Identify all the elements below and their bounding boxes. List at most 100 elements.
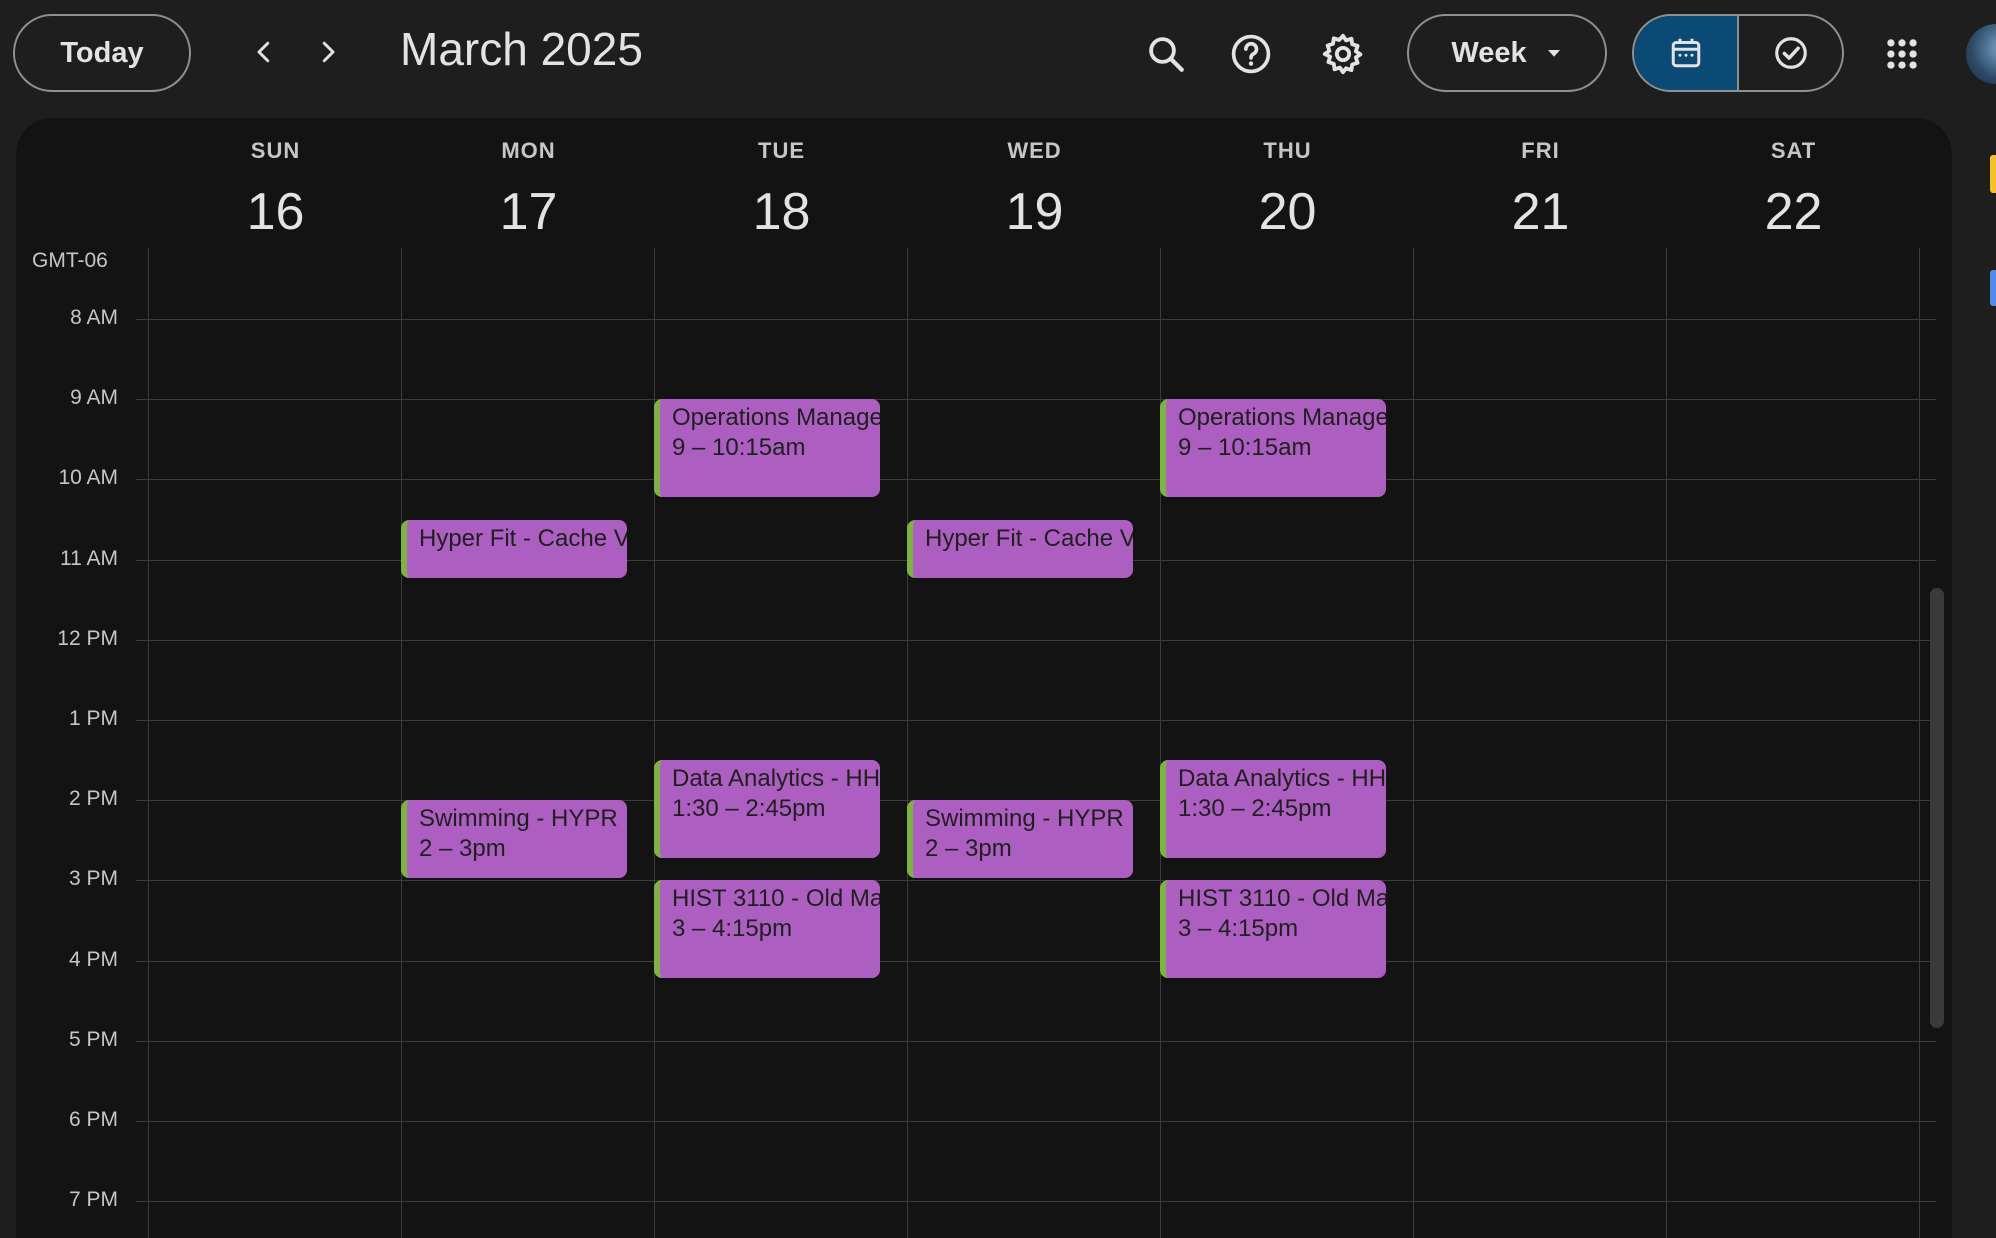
day-name: FRI bbox=[1521, 138, 1560, 163]
column-divider bbox=[148, 248, 149, 1238]
column-divider bbox=[1413, 248, 1414, 1238]
hour-gridline bbox=[136, 1201, 1936, 1202]
hour-label: 9 AM bbox=[70, 386, 118, 409]
day-header-sun[interactable]: SUN 16 bbox=[149, 138, 402, 242]
chevron-left-icon bbox=[257, 41, 270, 63]
event-time: 2 – 3pm bbox=[419, 835, 506, 862]
column-divider bbox=[1666, 248, 1667, 1238]
day-header-wed[interactable]: WED 19 bbox=[908, 138, 1161, 242]
hour-label: 10 AM bbox=[58, 466, 118, 489]
column-divider bbox=[1919, 248, 1920, 1238]
event-title: Operations Management bbox=[1178, 404, 1386, 431]
day-name: SAT bbox=[1770, 138, 1817, 163]
event-time: 2 – 3pm bbox=[925, 835, 1012, 862]
day-number[interactable]: 19 bbox=[908, 182, 1161, 242]
side-panel-tasks-icon[interactable] bbox=[1990, 270, 1996, 306]
day-number[interactable]: 17 bbox=[402, 182, 655, 242]
calendar-event[interactable]: Hyper Fit - Cache Valley bbox=[907, 520, 1133, 578]
caret-down-icon bbox=[1547, 50, 1560, 57]
day-header-mon[interactable]: MON 17 bbox=[402, 138, 655, 242]
column-divider bbox=[401, 248, 402, 1238]
hour-label: 4 PM bbox=[68, 948, 118, 971]
calendar-event[interactable]: Hyper Fit - Cache Valley bbox=[401, 520, 627, 578]
hour-gridline bbox=[136, 1041, 1936, 1042]
calendar-event[interactable]: Data Analytics - HH 1:30 – 2:45pm bbox=[654, 760, 880, 858]
day-number[interactable]: 22 bbox=[1667, 182, 1920, 242]
event-title: Swimming - HYPR bbox=[419, 805, 618, 832]
search-icon bbox=[1149, 37, 1184, 72]
today-button[interactable]: Today bbox=[13, 14, 191, 92]
event-title: Data Analytics - HH bbox=[1178, 765, 1386, 792]
tasks-view-button[interactable] bbox=[1737, 16, 1842, 90]
top-bar: Today March 2025 Week bbox=[0, 0, 1996, 110]
column-divider bbox=[1160, 248, 1161, 1238]
day-name: THU bbox=[1263, 138, 1312, 163]
event-time: 3 – 4:15pm bbox=[1178, 915, 1299, 942]
calendar-event[interactable]: Data Analytics - HH 1:30 – 2:45pm bbox=[1160, 760, 1386, 858]
previous-week-button[interactable] bbox=[236, 24, 292, 80]
event-time: 1:30 – 2:45pm bbox=[672, 795, 826, 822]
calendar-icon bbox=[1671, 38, 1700, 68]
calendar-event[interactable]: Swimming - HYPR 2 – 3pm bbox=[907, 800, 1133, 878]
apps-grid-icon bbox=[1887, 39, 1917, 69]
day-header-tue[interactable]: TUE 18 bbox=[655, 138, 908, 242]
event-title: Hyper Fit - Cache Valley bbox=[925, 525, 1133, 552]
next-week-button[interactable] bbox=[300, 24, 356, 80]
side-panel-keep-icon[interactable] bbox=[1990, 155, 1996, 193]
column-divider bbox=[907, 248, 908, 1238]
page-title: March 2025 bbox=[400, 23, 643, 75]
hour-gridline bbox=[136, 319, 1936, 320]
event-time: 3 – 4:15pm bbox=[672, 915, 793, 942]
calendar-view-button[interactable] bbox=[1634, 16, 1737, 90]
hour-label: 7 PM bbox=[68, 1188, 118, 1211]
hour-gridline bbox=[136, 1121, 1936, 1122]
hour-label: 5 PM bbox=[68, 1028, 118, 1051]
hour-gridline bbox=[136, 479, 1936, 480]
event-title: HIST 3110 - Old Main bbox=[672, 885, 880, 912]
day-header-sat[interactable]: SAT 22 bbox=[1667, 138, 1920, 242]
event-title: Hyper Fit - Cache Valley bbox=[419, 525, 627, 552]
hour-gridline bbox=[136, 640, 1936, 641]
day-header-fri[interactable]: FRI 21 bbox=[1414, 138, 1667, 242]
help-button[interactable] bbox=[1221, 24, 1281, 84]
week-grid: GMT-06 SUN 16 MON 17 TUE 18 WED 19 THU 20 FRI 21 SAT… bbox=[16, 118, 1952, 1238]
day-number[interactable]: 20 bbox=[1161, 182, 1414, 242]
event-title: HIST 3110 - Old Main bbox=[1178, 885, 1386, 912]
calendar-event[interactable]: Swimming - HYPR 2 – 3pm bbox=[401, 800, 627, 878]
settings-button[interactable] bbox=[1313, 24, 1373, 84]
day-number[interactable]: 18 bbox=[655, 182, 908, 242]
day-header-thu[interactable]: THU 20 bbox=[1161, 138, 1414, 242]
calendar-event[interactable]: Operations Management 9 – 10:15am bbox=[654, 399, 880, 497]
hour-label: 11 AM bbox=[60, 547, 118, 570]
hour-label: 1 PM bbox=[68, 707, 118, 730]
event-title: Swimming - HYPR bbox=[925, 805, 1124, 832]
hour-label: 6 PM bbox=[68, 1108, 118, 1131]
calendar-event[interactable]: Operations Management 9 – 10:15am bbox=[1160, 399, 1386, 497]
event-time: 9 – 10:15am bbox=[1178, 434, 1312, 461]
timezone-label: GMT-06 bbox=[32, 249, 108, 272]
hour-gridline bbox=[136, 720, 1936, 721]
view-select[interactable]: Week bbox=[1407, 14, 1607, 92]
scrollbar[interactable] bbox=[1930, 588, 1944, 1028]
day-number[interactable]: 16 bbox=[149, 182, 402, 242]
avatar[interactable] bbox=[1966, 24, 1996, 84]
event-title: Operations Management bbox=[672, 404, 880, 431]
calendar-event[interactable]: HIST 3110 - Old Main 3 – 4:15pm bbox=[654, 880, 880, 978]
help-icon bbox=[1231, 34, 1271, 74]
day-name: TUE bbox=[758, 138, 805, 163]
calendar-event[interactable]: HIST 3110 - Old Main 3 – 4:15pm bbox=[1160, 880, 1386, 978]
event-time: 1:30 – 2:45pm bbox=[1178, 795, 1332, 822]
day-name: MON bbox=[501, 138, 556, 163]
apps-button[interactable] bbox=[1872, 24, 1932, 84]
hour-gridline bbox=[136, 880, 1936, 881]
hour-label: 3 PM bbox=[68, 867, 118, 890]
task-check-icon bbox=[1774, 37, 1807, 69]
column-divider bbox=[654, 248, 655, 1238]
day-number[interactable]: 21 bbox=[1414, 182, 1667, 242]
day-name: WED bbox=[1007, 138, 1062, 163]
search-button[interactable] bbox=[1136, 24, 1196, 84]
event-title: Data Analytics - HH bbox=[672, 765, 880, 792]
day-name: SUN bbox=[250, 138, 301, 163]
hour-gridline bbox=[136, 399, 1936, 400]
hour-gridline bbox=[136, 961, 1936, 962]
